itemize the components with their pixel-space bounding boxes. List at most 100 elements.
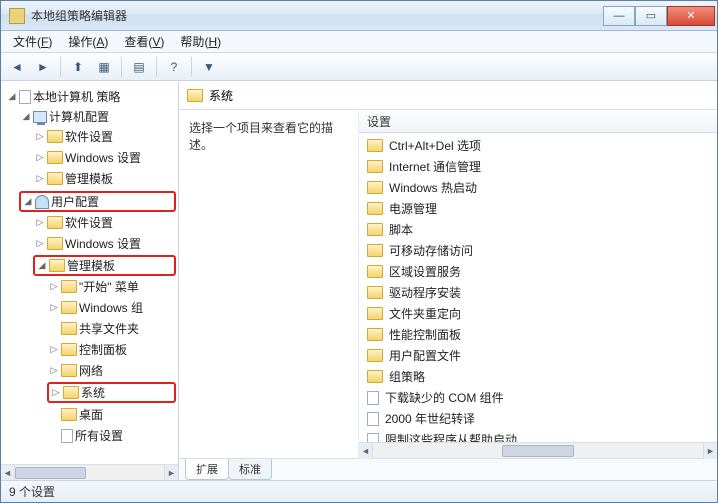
tree-item[interactable]: 共享文件夹 xyxy=(47,319,176,338)
list-item[interactable]: 电源管理 xyxy=(363,198,713,219)
tree-item[interactable]: ▷ 软件设置 xyxy=(33,213,176,232)
minimize-button[interactable]: — xyxy=(603,6,635,26)
expand-icon[interactable]: ▷ xyxy=(35,239,45,249)
tree-item[interactable]: ▷Windows 设置 xyxy=(33,234,176,253)
list-item[interactable]: 可移动存储访问 xyxy=(363,240,713,261)
tree-item[interactable]: 所有设置 xyxy=(47,426,176,445)
tree-item[interactable]: 桌面 xyxy=(47,405,176,424)
menu-action[interactable]: 操作(A) xyxy=(60,31,116,52)
filter-button[interactable]: ▼ xyxy=(197,56,221,78)
properties-button[interactable]: ▤ xyxy=(127,56,151,78)
scroll-thumb[interactable] xyxy=(15,467,86,479)
titlebar[interactable]: 本地组策略编辑器 — ▭ ✕ xyxy=(1,1,717,31)
expand-icon[interactable]: ▷ xyxy=(35,153,45,163)
toolbar-separator xyxy=(191,57,192,77)
list-item[interactable]: 脚本 xyxy=(363,219,713,240)
tree-item[interactable]: ▷ 控制面板 xyxy=(47,340,176,359)
up-button[interactable]: ⬆ xyxy=(66,56,90,78)
status-text: 9 个设置 xyxy=(9,483,55,500)
folder-icon xyxy=(367,307,383,320)
folder-icon xyxy=(61,343,77,356)
tree-item[interactable]: ▷ Windows 设置 xyxy=(33,148,176,167)
scroll-right-arrow[interactable]: ► xyxy=(164,465,178,480)
tree-label: "开始" 菜单 xyxy=(79,278,139,295)
list-item[interactable]: 限制这些程序从帮助启动 xyxy=(363,429,713,442)
list-item-label: Ctrl+Alt+Del 选项 xyxy=(389,137,481,154)
show-hide-tree-button[interactable]: ▦ xyxy=(92,56,116,78)
folder-icon xyxy=(367,328,383,341)
back-button[interactable]: ◄ xyxy=(5,56,29,78)
content-area: 选择一个项目来查看它的描述。 设置 Ctrl+Alt+Del 选项Interne… xyxy=(179,110,717,458)
menu-file[interactable]: 文件(F) xyxy=(5,31,60,52)
list-item[interactable]: 驱动程序安装 xyxy=(363,282,713,303)
tab-extended[interactable]: 扩展 xyxy=(185,459,229,480)
tree-label: Windows 设置 xyxy=(65,149,141,166)
tree-item[interactable]: ▷Windows 组 xyxy=(47,298,176,317)
scroll-right-arrow[interactable]: ► xyxy=(703,443,717,459)
app-icon xyxy=(9,8,25,24)
tree-item[interactable]: ▷ "开始" 菜单 xyxy=(47,277,176,296)
forward-button[interactable]: ► xyxy=(31,56,55,78)
expand-icon[interactable]: ▷ xyxy=(49,303,59,313)
folder-icon xyxy=(367,370,383,383)
statusbar: 9 个设置 xyxy=(1,480,717,502)
help-button[interactable]: ? xyxy=(162,56,186,78)
list-item[interactable]: 性能控制面板 xyxy=(363,324,713,345)
expand-icon[interactable]: ▷ xyxy=(35,132,45,142)
expand-icon[interactable]: ▷ xyxy=(49,345,59,355)
folder-icon xyxy=(49,259,65,272)
menu-view[interactable]: 查看(V) xyxy=(116,31,172,52)
list-item[interactable]: Ctrl+Alt+Del 选项 xyxy=(363,135,713,156)
tree-label: 软件设置 xyxy=(65,214,113,231)
collapse-icon[interactable]: ◢ xyxy=(23,197,33,207)
list-item[interactable]: 用户配置文件 xyxy=(363,345,713,366)
list-item-label: 限制这些程序从帮助启动 xyxy=(385,431,517,442)
expand-icon[interactable]: ▷ xyxy=(49,282,59,292)
scroll-left-arrow[interactable]: ◄ xyxy=(1,465,15,480)
scroll-thumb[interactable] xyxy=(502,445,574,457)
tree-item[interactable]: ▷网络 xyxy=(47,361,176,380)
list-item-label: 驱动程序安装 xyxy=(389,284,461,301)
list-item[interactable]: 下载缺少的 COM 组件 xyxy=(363,387,713,408)
maximize-button[interactable]: ▭ xyxy=(635,6,667,26)
tree-root[interactable]: ◢ 本地计算机 策略 xyxy=(5,87,176,106)
collapse-icon[interactable]: ◢ xyxy=(7,92,17,102)
expand-icon[interactable]: ▷ xyxy=(51,388,61,398)
scroll-left-arrow[interactable]: ◄ xyxy=(359,443,373,459)
tree-system[interactable]: ▷系统 xyxy=(47,382,176,403)
list-item-label: 下载缺少的 COM 组件 xyxy=(385,389,504,406)
tree-label: 本地计算机 策略 xyxy=(33,88,120,105)
tree-label: 桌面 xyxy=(79,406,103,423)
expand-icon[interactable]: ▷ xyxy=(35,174,45,184)
settings-list[interactable]: Ctrl+Alt+Del 选项 Internet 通信管理Windows 热启动电… xyxy=(359,133,717,442)
list-item[interactable]: Windows 热启动 xyxy=(363,177,713,198)
tree-hscrollbar[interactable]: ◄ ► xyxy=(1,464,178,480)
folder-icon xyxy=(367,223,383,236)
list-item[interactable]: 文件夹重定向 xyxy=(363,303,713,324)
list-item[interactable]: 2000 年世纪转译 xyxy=(363,408,713,429)
list-item[interactable]: 区域设置服务 xyxy=(363,261,713,282)
content-header: 系统 xyxy=(179,82,717,110)
expand-icon[interactable]: ▷ xyxy=(35,218,45,228)
settings-icon xyxy=(61,429,73,443)
list-item[interactable]: Internet 通信管理 xyxy=(363,156,713,177)
list-item-label: 电源管理 xyxy=(389,200,437,217)
list-hscrollbar[interactable]: ◄ ► xyxy=(359,442,717,458)
tree-pane[interactable]: ◢ 本地计算机 策略 ◢ 计算机配置 xyxy=(1,82,179,480)
tree-computer-config[interactable]: ◢ 计算机配置 xyxy=(19,107,176,126)
list-column-header[interactable]: 设置 xyxy=(359,111,717,133)
expand-icon[interactable]: ▷ xyxy=(49,366,59,376)
collapse-icon[interactable]: ◢ xyxy=(21,112,31,122)
close-button[interactable]: ✕ xyxy=(667,6,715,26)
tree-label: 管理模板 xyxy=(67,257,115,274)
tab-standard[interactable]: 标准 xyxy=(228,459,272,480)
tree-admin-templates[interactable]: ◢ 管理模板 xyxy=(33,255,176,276)
collapse-icon[interactable]: ◢ xyxy=(37,261,47,271)
tree-label: 控制面板 xyxy=(79,341,127,358)
tree-item[interactable]: ▷软件设置 xyxy=(33,127,176,146)
tree-item[interactable]: ▷管理模板 xyxy=(33,169,176,188)
tree-user-config[interactable]: ◢ 用户配置 xyxy=(19,191,176,212)
view-tabs: 扩展 标准 xyxy=(179,458,717,480)
menu-help[interactable]: 帮助(H) xyxy=(172,31,229,52)
list-item[interactable]: 组策略 xyxy=(363,366,713,387)
